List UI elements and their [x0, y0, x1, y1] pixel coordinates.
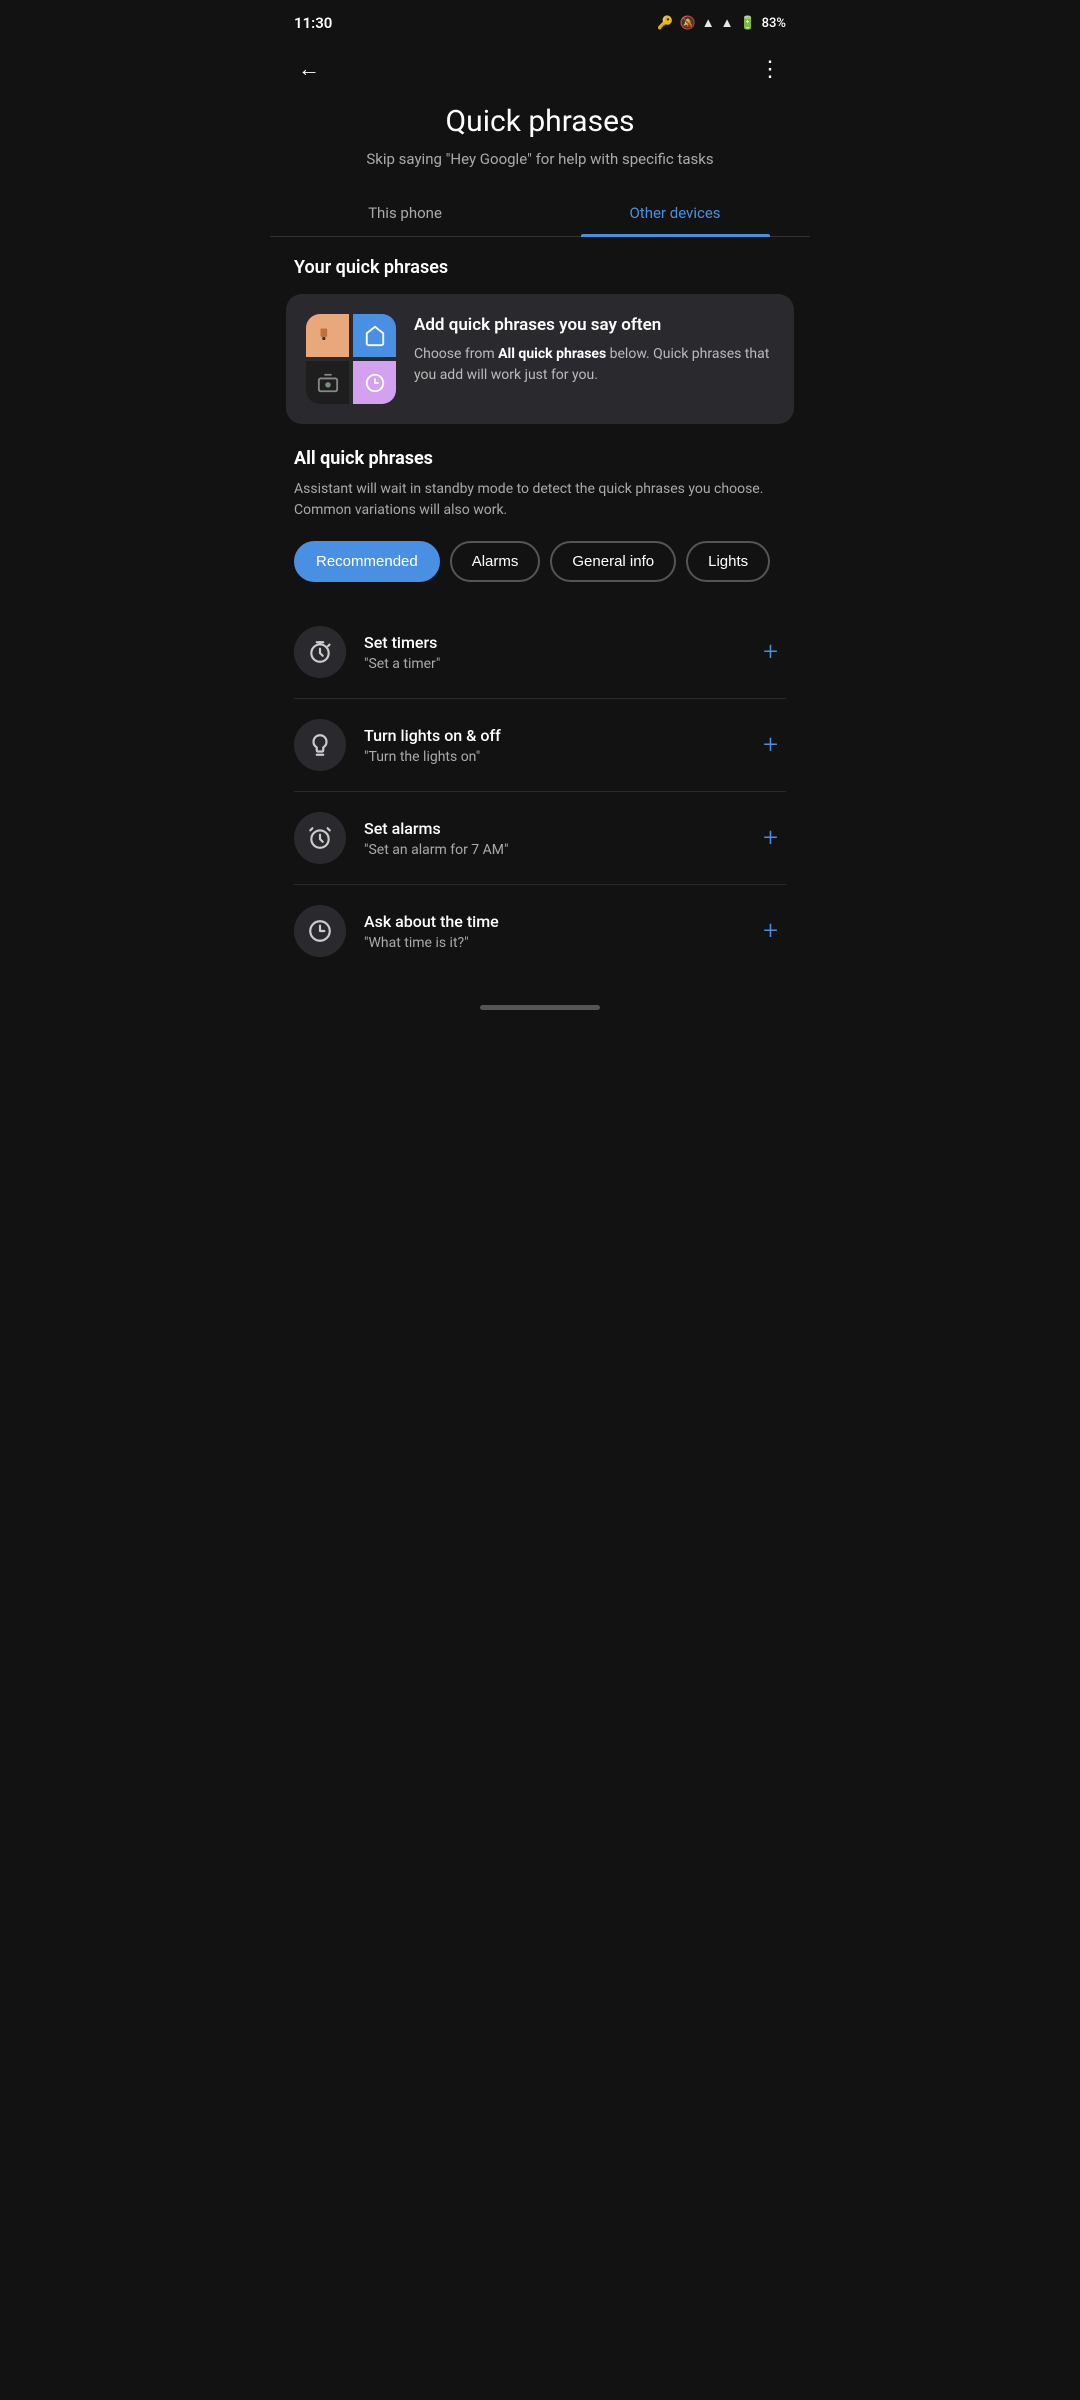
status-time: 11:30 [294, 14, 332, 32]
phrase-title: Turn lights on & off [364, 726, 737, 745]
timer-icon [307, 639, 333, 665]
grid-cell-3 [306, 361, 349, 404]
promo-card: Add quick phrases you say often Choose f… [286, 294, 794, 424]
grid-cell-1 [306, 314, 349, 357]
promo-text: Add quick phrases you say often Choose f… [414, 314, 774, 386]
phrase-title: Ask about the time [364, 912, 737, 931]
phrase-example: "What time is it?" [364, 935, 737, 951]
your-phrases-section: Your quick phrases [270, 257, 810, 424]
timer-icon-wrap [294, 626, 346, 678]
promo-title: Add quick phrases you say often [414, 314, 774, 336]
phrase-text: Ask about the time "What time is it?" [364, 912, 737, 951]
light-icon-wrap [294, 719, 346, 771]
clock-icon-wrap [294, 905, 346, 957]
phrase-example: "Set a timer" [364, 656, 737, 672]
wifi-icon: ▲ [702, 15, 715, 31]
tabs: This phone Other devices [270, 190, 810, 237]
tab-other-devices[interactable]: Other devices [540, 190, 810, 236]
status-icons: 🔑 🔕 ▲ ▲ 🔋 83% [657, 15, 786, 31]
all-phrases-desc: Assistant will wait in standby mode to d… [294, 479, 786, 521]
tab-this-phone[interactable]: This phone [270, 190, 540, 236]
signal-icon: ▲ [721, 15, 734, 31]
all-phrases-heading: All quick phrases [294, 448, 786, 469]
all-phrases-section: All quick phrases Assistant will wait in… [270, 448, 810, 977]
add-turn-lights-button[interactable]: + [755, 726, 786, 764]
phrase-list: Set timers "Set a timer" + Turn lights o… [294, 606, 786, 977]
phrase-example: "Turn the lights on" [364, 749, 737, 765]
filter-chips: Recommended Alarms General info Lights [294, 541, 786, 582]
promo-body: Choose from All quick phrases below. Qui… [414, 344, 774, 386]
lightbulb-icon [307, 732, 333, 758]
battery-pct: 83% [762, 16, 786, 31]
more-button[interactable]: ⋮ [755, 52, 786, 86]
list-item: Ask about the time "What time is it?" + [294, 885, 786, 977]
phrase-text: Set alarms "Set an alarm for 7 AM" [364, 819, 737, 858]
page-title: Quick phrases [294, 104, 786, 139]
add-set-timers-button[interactable]: + [755, 633, 786, 671]
back-button[interactable]: ← [294, 52, 324, 86]
clock-icon [307, 918, 333, 944]
grid-cell-4 [353, 361, 396, 404]
phrase-text: Set timers "Set a timer" [364, 633, 737, 672]
alarm-icon-wrap [294, 812, 346, 864]
add-ask-time-button[interactable]: + [755, 912, 786, 950]
chip-recommended[interactable]: Recommended [294, 541, 440, 582]
phrase-title: Set alarms [364, 819, 737, 838]
chip-general-info[interactable]: General info [550, 541, 676, 582]
grid-cell-2 [353, 314, 396, 357]
top-bar: ← ⋮ [270, 40, 810, 94]
promo-icon-grid [306, 314, 396, 404]
list-item: Turn lights on & off "Turn the lights on… [294, 699, 786, 792]
status-bar: 11:30 🔑 🔕 ▲ ▲ 🔋 83% [270, 0, 810, 40]
home-bar [480, 1005, 600, 1010]
list-item: Set timers "Set a timer" + [294, 606, 786, 699]
key-icon: 🔑 [657, 16, 673, 31]
page-subtitle: Skip saying "Hey Google" for help with s… [310, 149, 770, 170]
phrase-title: Set timers [364, 633, 737, 652]
list-item: Set alarms "Set an alarm for 7 AM" + [294, 792, 786, 885]
phrase-example: "Set an alarm for 7 AM" [364, 842, 737, 858]
add-set-alarms-button[interactable]: + [755, 819, 786, 857]
home-indicator [270, 977, 810, 1026]
your-phrases-heading: Your quick phrases [270, 257, 810, 294]
chip-lights[interactable]: Lights [686, 541, 770, 582]
alarm-icon [307, 825, 333, 851]
battery-icon: 🔋 [739, 16, 755, 31]
mute-icon: 🔕 [680, 16, 696, 31]
chip-alarms[interactable]: Alarms [450, 541, 541, 582]
phrase-text: Turn lights on & off "Turn the lights on… [364, 726, 737, 765]
